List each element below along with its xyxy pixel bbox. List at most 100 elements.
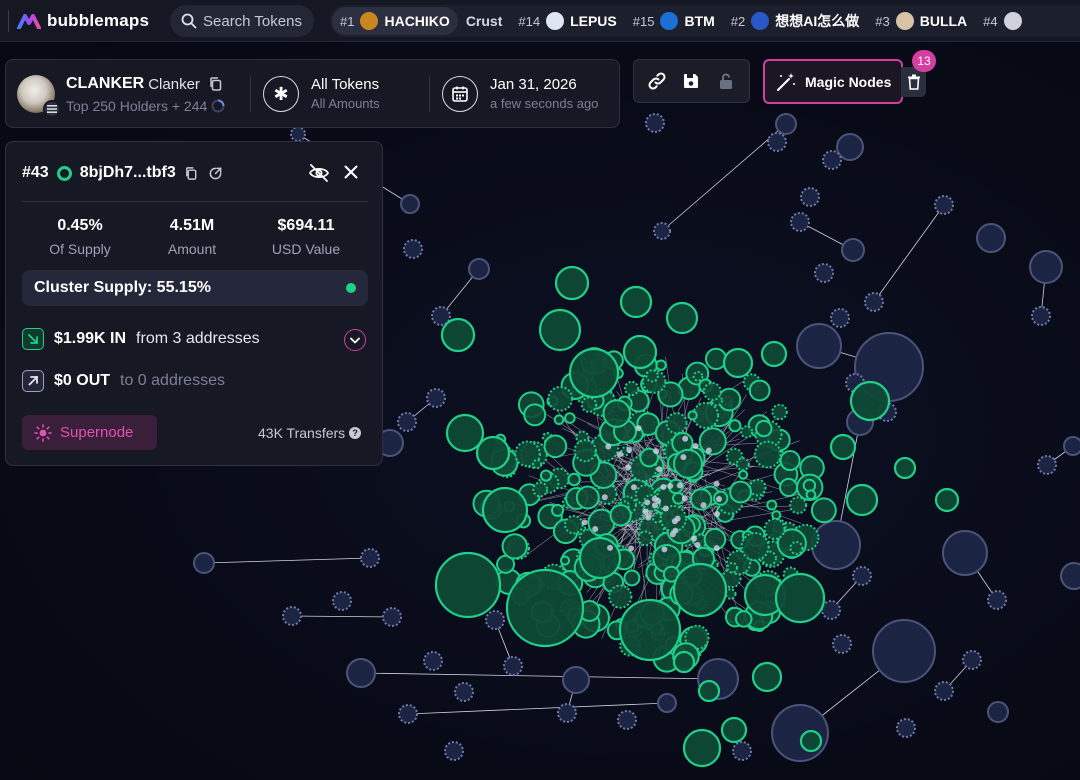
token-filter-button[interactable]: ✱ bbox=[263, 76, 299, 112]
holder-bubble bbox=[796, 323, 842, 369]
holder-bubble bbox=[852, 566, 872, 586]
ticker-item[interactable]: #2 想想AI怎么做 bbox=[723, 7, 867, 35]
holder-bubble bbox=[1031, 306, 1051, 326]
holder-bubble bbox=[987, 701, 1009, 723]
close-panel-button[interactable] bbox=[343, 164, 359, 185]
ticker-item[interactable]: #15 BTM bbox=[625, 7, 723, 35]
ticker-item[interactable]: #3 BULLA bbox=[867, 7, 975, 35]
ticker-item[interactable]: #1 HACHIKO bbox=[332, 7, 458, 35]
chevron-down-icon bbox=[350, 337, 360, 343]
holder-bubble bbox=[454, 682, 474, 702]
lock-button[interactable] bbox=[712, 67, 740, 95]
cluster-bubble bbox=[687, 410, 698, 421]
holder-bubble bbox=[832, 634, 852, 654]
holder-bubble bbox=[830, 308, 850, 328]
contract-node bbox=[626, 446, 633, 453]
token-logo-icon bbox=[751, 12, 770, 30]
cluster-bubble bbox=[763, 518, 786, 540]
holder-bubble bbox=[400, 194, 420, 214]
holder-bubble bbox=[821, 600, 841, 620]
chain-badge-icon bbox=[43, 100, 61, 118]
cluster-bubble bbox=[673, 448, 703, 479]
inflow-row[interactable]: $1.99K IN from 3 addresses bbox=[22, 328, 260, 350]
holder-bubble bbox=[811, 520, 861, 570]
holder-bubble bbox=[557, 703, 577, 723]
ticker-rank: #3 bbox=[875, 13, 890, 29]
save-button[interactable] bbox=[677, 67, 705, 95]
holder-bubble bbox=[426, 388, 446, 408]
share-link-button[interactable] bbox=[643, 67, 671, 95]
cluster-bubble bbox=[564, 412, 576, 424]
amount-label: Amount bbox=[167, 241, 217, 257]
expand-inflow-button[interactable] bbox=[344, 329, 366, 351]
cluster-bubble bbox=[934, 487, 960, 513]
date-subtitle: a few seconds ago bbox=[490, 96, 599, 111]
cluster-bubble bbox=[481, 486, 529, 534]
ticker-item[interactable]: #14 LEPUS bbox=[510, 7, 624, 35]
contract-node bbox=[713, 480, 720, 487]
contract-node bbox=[628, 545, 635, 552]
search-icon bbox=[181, 13, 197, 29]
contract-node bbox=[617, 451, 624, 458]
ticker-name: Crust bbox=[465, 13, 503, 29]
app-logo[interactable]: bubblemaps bbox=[0, 0, 162, 42]
date-picker-button[interactable] bbox=[442, 76, 478, 112]
arrow-in-icon bbox=[22, 328, 44, 350]
supernode-button[interactable]: Supernode bbox=[22, 415, 157, 450]
holder-bubble bbox=[1060, 562, 1080, 590]
token-name: Clanker bbox=[148, 75, 200, 93]
holder-bubble bbox=[775, 113, 797, 135]
cluster-supply-row[interactable]: Cluster Supply: 55.15% bbox=[22, 270, 368, 306]
holder-bubble bbox=[800, 187, 820, 207]
cluster-bubble bbox=[682, 728, 722, 768]
magic-wand-icon bbox=[777, 72, 795, 91]
calendar-icon bbox=[452, 86, 468, 102]
cluster-bubble bbox=[751, 661, 783, 693]
cluster-bubble bbox=[760, 340, 788, 368]
token-name-row: CLANKER Clanker bbox=[66, 75, 224, 93]
holder-bubble bbox=[962, 650, 982, 670]
address-header: #43 8bjDh7...tbf3 bbox=[22, 164, 224, 182]
ticker-rank: #15 bbox=[632, 13, 655, 29]
copy-icon[interactable] bbox=[208, 76, 224, 92]
token-header-panel: CLANKER Clanker Top 250 Holders + 244 ✱ … bbox=[5, 59, 620, 128]
token-subtitle-row: Top 250 Holders + 244 bbox=[66, 98, 225, 114]
address-detail-panel: #43 8bjDh7...tbf3 0.45% Of Supply 4.51M … bbox=[5, 141, 383, 466]
cluster-bubble bbox=[532, 481, 549, 498]
divider bbox=[250, 76, 251, 112]
contract-node bbox=[635, 425, 642, 432]
ticker-name: BULLA bbox=[919, 13, 968, 29]
cluster-bubble bbox=[740, 532, 770, 562]
ticker-rank: #4 bbox=[983, 13, 998, 29]
holder-bubble bbox=[790, 212, 810, 232]
holder-bubble bbox=[934, 195, 954, 215]
cluster-bubble bbox=[755, 419, 773, 438]
ticker-item[interactable]: Crust bbox=[458, 7, 511, 35]
cluster-color-dot bbox=[346, 283, 356, 293]
copy-icon[interactable] bbox=[184, 165, 200, 181]
map-actions bbox=[633, 59, 750, 103]
transfers-info[interactable]: 43K Transfers ? bbox=[258, 425, 362, 441]
address-text[interactable]: 8bjDh7...tbf3 bbox=[80, 164, 176, 182]
cluster-bubble bbox=[580, 396, 598, 413]
contract-node bbox=[682, 435, 689, 442]
cluster-bubble bbox=[810, 497, 837, 524]
ticker-item[interactable]: #4 bbox=[975, 7, 1035, 35]
cluster-bubble bbox=[523, 403, 547, 427]
contract-node bbox=[644, 499, 651, 506]
date-title: Jan 31, 2026 bbox=[490, 76, 577, 93]
search-tokens-button[interactable]: Search Tokens bbox=[170, 5, 314, 37]
holder-bubble bbox=[864, 292, 884, 312]
holder-bubble bbox=[771, 704, 829, 762]
external-link-icon[interactable] bbox=[208, 165, 224, 181]
hide-address-button[interactable] bbox=[308, 163, 330, 188]
ticker-rank: #14 bbox=[518, 13, 541, 29]
contract-node bbox=[642, 508, 649, 515]
holder-bubble bbox=[814, 263, 834, 283]
magic-nodes-button[interactable]: Magic Nodes bbox=[763, 59, 903, 104]
usd-label: USD Value bbox=[271, 241, 341, 257]
outflow-row[interactable]: $0 OUT to 0 addresses bbox=[22, 370, 225, 392]
cluster-bubble bbox=[501, 533, 528, 560]
cluster-bubble bbox=[779, 449, 801, 472]
holder-bubble bbox=[562, 666, 590, 694]
